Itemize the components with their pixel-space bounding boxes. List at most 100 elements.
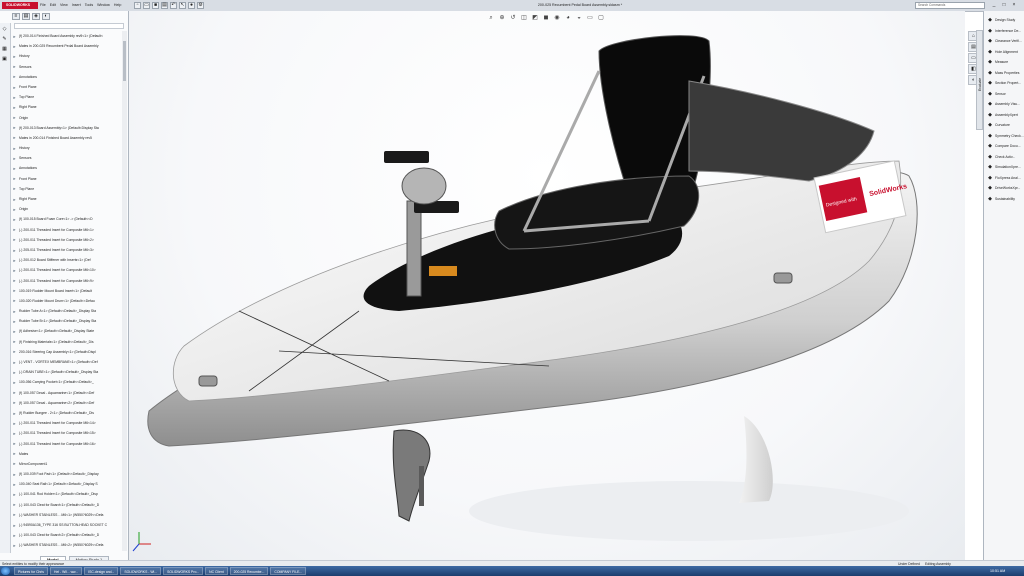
- tree-item[interactable]: ▸ Sensors: [12, 153, 126, 163]
- tree-item[interactable]: ▸ (-) 200-011 Threaded Insert for Composi…: [12, 276, 126, 286]
- print-icon[interactable]: ▤: [161, 2, 168, 9]
- task-pane-item[interactable]: ◆ AssemblyXpert: [984, 110, 1024, 121]
- menu-view[interactable]: View: [60, 2, 68, 9]
- clock[interactable]: 10:51 AM: [990, 567, 1005, 575]
- tree-item[interactable]: ▸ Mates in 200-014 Finished Board Assembl…: [12, 133, 126, 143]
- menu-window[interactable]: Window: [97, 2, 110, 9]
- evaluate-vertical-tab[interactable]: Evaluate: [976, 30, 983, 130]
- tree-item[interactable]: ▸ 100-019 Rudder Mount Board Insert<1> (D…: [12, 286, 126, 296]
- tree-item[interactable]: ▸ (-) 205-011 Threaded Insert for Composi…: [12, 245, 126, 255]
- tree-item[interactable]: ▸ (-) WASHER STAINLESS - .M6<1> (W550?602…: [12, 510, 126, 520]
- property-manager-icon[interactable]: ▤: [22, 13, 30, 20]
- task-pane-item[interactable]: ◆ Section Propert...: [984, 78, 1024, 89]
- taskbar-item[interactable]: SOLIDWORKS - Wi...: [120, 567, 162, 575]
- task-pane-item[interactable]: ◆ Mass Properties: [984, 68, 1024, 79]
- configuration-manager-icon[interactable]: ◈: [32, 13, 40, 20]
- search-commands-input[interactable]: Search Commands: [915, 2, 985, 9]
- task-pane-item[interactable]: ◆ Clearance Verifi...: [984, 36, 1024, 47]
- undo-icon[interactable]: ↶: [170, 2, 177, 9]
- tree-item[interactable]: ▸ Top Plane: [12, 92, 126, 102]
- tree-item[interactable]: ▸ (-) VENT - VORTEX MEMBRANE<1> (Default<…: [12, 357, 126, 367]
- task-pane-item[interactable]: ◆ SimulationXpre...: [984, 162, 1024, 173]
- task-pane-item[interactable]: ◆ Sustainability: [984, 194, 1024, 205]
- taskbar-item[interactable]: Hel - Wil... ww...: [50, 567, 83, 575]
- tree-item[interactable]: ▸ Rudder Tube A<1> (Default<<Default>_Dis…: [12, 306, 126, 316]
- close-button[interactable]: ×: [1010, 2, 1018, 8]
- tree-item[interactable]: ▸ (-) 200-011 Threaded Insert for Composi…: [12, 235, 126, 245]
- maximize-button[interactable]: □: [1000, 2, 1008, 8]
- app-logo[interactable]: SOLIDWORKS: [2, 2, 38, 9]
- tree-item[interactable]: ▸ Annotations: [12, 72, 126, 82]
- taskbar-item[interactable]: Pictures for Chris: [14, 567, 49, 575]
- tree-item[interactable]: ▸ Sensors: [12, 62, 126, 72]
- save-icon[interactable]: ■: [152, 2, 159, 9]
- tree-item[interactable]: ▸ 100-020 Rudder Mount Drum<1> (Default<<…: [12, 296, 126, 306]
- tree-item[interactable]: ▸ (f) Finishing Materials<1> (Default<<De…: [12, 337, 126, 347]
- tree-item[interactable]: ▸ Right Plane: [12, 102, 126, 112]
- tree-item[interactable]: ▸ Front Plane: [12, 174, 126, 184]
- tree-item[interactable]: ▸ (f) 100-015 Board Foam Core<1> -> (Defa…: [12, 214, 126, 224]
- tree-item[interactable]: ▸ (-) 200-011 Threaded Insert for Composi…: [12, 428, 126, 438]
- task-pane-item[interactable]: ◆ Symmetry Check...: [984, 131, 1024, 142]
- tree-item[interactable]: ▸ (f) Adhesive<1> (Default<<Default>_Disp…: [12, 326, 126, 336]
- options-icon[interactable]: ⚙: [197, 2, 204, 9]
- task-pane-item[interactable]: ◆ Compare Docu...: [984, 141, 1024, 152]
- tree-item[interactable]: ▸ (-) 200-011 Threaded Insert for Composi…: [12, 225, 126, 235]
- tree-item[interactable]: ▸ Mates in 200-025 Recumbent Pedal Board …: [12, 41, 126, 51]
- feature-tree-icon[interactable]: ≡: [12, 13, 20, 20]
- tree-item[interactable]: ▸ (-) 100-043 Cleat for Board<1> (Default…: [12, 500, 126, 510]
- rebuild-icon[interactable]: ●: [188, 2, 195, 9]
- tree-item[interactable]: ▸ (-) 200-012 Board Stiffener with Insert…: [12, 255, 126, 265]
- select-icon[interactable]: ↖: [179, 2, 186, 9]
- tree-item[interactable]: ▸ Top Plane: [12, 184, 126, 194]
- menu-file[interactable]: File: [40, 2, 46, 9]
- task-pane-item[interactable]: ◆ DriveWorksXpr...: [984, 183, 1024, 194]
- task-pane-item[interactable]: ◆ Assembly Visu...: [984, 99, 1024, 110]
- tree-item[interactable]: ▸ (f) 100-039 Foot Pad<1> (Default<<Defau…: [12, 469, 126, 479]
- tree-item[interactable]: ▸ (f) 200-013 Board Assembly<1> (Default<…: [12, 123, 126, 133]
- task-pane-item[interactable]: ◆ Curvature: [984, 120, 1024, 131]
- features-icon[interactable]: ▣: [1, 56, 8, 63]
- task-pane-item[interactable]: ◆ Sensor: [984, 89, 1024, 100]
- tree-item[interactable]: ▸ 100-040 Seat Rail<1> (Default<<Default>…: [12, 479, 126, 489]
- tree-item[interactable]: ▸ Rudder Tube B<1> (Default<<Default>_Dis…: [12, 316, 126, 326]
- tree-scrollbar[interactable]: [122, 31, 127, 551]
- tree-item[interactable]: ▸ (-) 100-043 Cleat for Board<2> (Default…: [12, 530, 126, 540]
- smart-dimension-icon[interactable]: ◇: [1, 26, 8, 33]
- task-pane-item[interactable]: ◆ Measure: [984, 57, 1024, 68]
- tree-item[interactable]: ▸ (-) 200-011 Threaded Insert for Composi…: [12, 439, 126, 449]
- open-icon[interactable]: ▭: [143, 2, 150, 9]
- taskbar-item[interactable]: SOLIDWORKS Pro...: [163, 567, 204, 575]
- tree-item[interactable]: ▸ (-) 200-011 Threaded Insert for Composi…: [12, 265, 126, 275]
- tree-item[interactable]: ▸ (-) 100-041 Rod Holder<1> (Default<<Def…: [12, 489, 126, 499]
- tree-item[interactable]: ▸ History: [12, 143, 126, 153]
- tree-item[interactable]: ▸ (-) DRAIN TUBE<1> (Default<<Default>_Di…: [12, 367, 126, 377]
- taskbar-item[interactable]: NC Client: [205, 567, 228, 575]
- tree-item[interactable]: ▸ MirrorComponent1: [12, 459, 126, 469]
- tree-item[interactable]: ▸ (f) 100-057 Decal - Aquamarine<1> (Defa…: [12, 388, 126, 398]
- menu-tools[interactable]: Tools: [85, 2, 93, 9]
- taskbar-item[interactable]: COMPANY FILE...: [270, 567, 307, 575]
- task-pane-item[interactable]: ◆ FloXpress Anal...: [984, 173, 1024, 184]
- tree-item[interactable]: ▸ (f) 100-057 Decal - Aquamarine<2> (Defa…: [12, 398, 126, 408]
- start-button[interactable]: [1, 567, 10, 575]
- task-pane-item[interactable]: ◆ Hole Alignment: [984, 47, 1024, 58]
- task-pane-item[interactable]: ◆ Interference De...: [984, 26, 1024, 37]
- tree-item[interactable]: ▸ History: [12, 51, 126, 61]
- task-pane-item[interactable]: ◆ Check Activ...: [984, 152, 1024, 163]
- sketch-icon[interactable]: ✎: [1, 36, 8, 43]
- task-pane-item[interactable]: ◆ Design Study: [984, 15, 1024, 26]
- tree-item[interactable]: ▸ 100-056 Carrying Pocket<1> (Default<<De…: [12, 377, 126, 387]
- menu-help[interactable]: Help: [114, 2, 121, 9]
- scroll-thumb[interactable]: [123, 41, 126, 81]
- tree-item[interactable]: ▸ Front Plane: [12, 82, 126, 92]
- evaluate-icon[interactable]: ▦: [1, 46, 8, 53]
- tree-item[interactable]: ▸ Origin: [12, 113, 126, 123]
- tree-item[interactable]: ▸ 200-016 Steering Cap Assembly<1> (Defau…: [12, 347, 126, 357]
- minimize-button[interactable]: _: [990, 2, 998, 8]
- tree-item[interactable]: ▸ (-) WASHER STAINLESS - .M6<2> (W550?602…: [12, 540, 126, 550]
- tree-item[interactable]: ▸ (f) 200-014 Finished Board Assembly rev…: [12, 31, 126, 41]
- display-manager-icon[interactable]: ◐: [42, 13, 50, 20]
- tree-item[interactable]: ▸ (-) 200-011 Threaded Insert for Composi…: [12, 418, 126, 428]
- tree-item[interactable]: ▸ (f) Rudder Bungee - 2<1> (Default<<Defa…: [12, 408, 126, 418]
